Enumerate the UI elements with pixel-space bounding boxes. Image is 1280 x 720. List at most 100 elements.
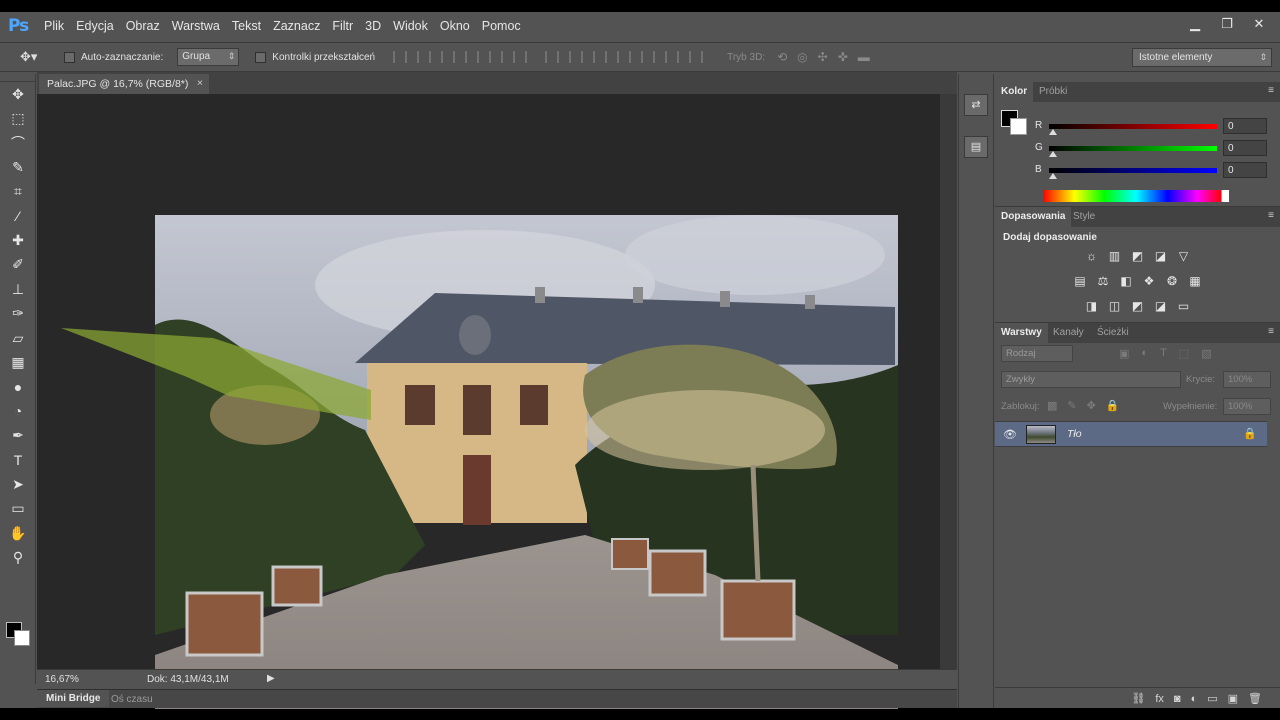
slider-track[interactable] bbox=[1049, 146, 1217, 151]
status-menu-arrow-icon[interactable]: ▶ bbox=[267, 673, 275, 684]
align-right-icon[interactable] bbox=[513, 51, 528, 63]
vibrance-icon[interactable]: ▽ bbox=[1176, 249, 1191, 264]
tab-probki[interactable]: Próbki bbox=[1033, 82, 1073, 102]
link-layers-icon[interactable]: ⛓ bbox=[1131, 692, 1145, 705]
distribute-top-icon[interactable] bbox=[545, 51, 560, 63]
new-group-icon[interactable]: ▭ bbox=[1207, 692, 1217, 705]
menu-filtr[interactable]: Filtr bbox=[332, 19, 364, 33]
brightness-contrast-icon[interactable]: ☼ bbox=[1084, 249, 1099, 264]
orbit-3d-icon[interactable]: ⟲ bbox=[777, 50, 787, 64]
menu-obraz[interactable]: Obraz bbox=[126, 19, 171, 33]
distribute-left-icon[interactable] bbox=[617, 51, 632, 63]
close-document-icon[interactable]: × bbox=[197, 77, 203, 89]
blur-tool-icon[interactable]: ● bbox=[0, 375, 36, 399]
filter-pixel-icon[interactable]: ▣ bbox=[1119, 347, 1129, 360]
menu-plik[interactable]: Plik bbox=[44, 19, 75, 33]
color-spectrum-ramp[interactable] bbox=[1043, 190, 1229, 202]
color-balance-icon[interactable]: ⚖ bbox=[1096, 274, 1111, 289]
visibility-eye-icon[interactable]: 👁 bbox=[1003, 428, 1017, 441]
canvas-vertical-scrollbar[interactable] bbox=[940, 94, 957, 669]
distribute-bottom-icon[interactable] bbox=[593, 51, 608, 63]
panel-menu-icon[interactable]: ≡ bbox=[1268, 326, 1274, 337]
add-mask-icon[interactable]: ◙ bbox=[1174, 693, 1181, 705]
close-icon[interactable]: ✕ bbox=[1252, 16, 1266, 32]
align-bottom-icon[interactable] bbox=[441, 51, 456, 63]
tab-warstwy[interactable]: Warstwy bbox=[995, 323, 1048, 343]
slider-handle-icon[interactable] bbox=[1049, 151, 1057, 157]
lock-transparent-icon[interactable]: ▩ bbox=[1047, 399, 1057, 412]
minimize-icon[interactable]: ▁ bbox=[1188, 16, 1202, 32]
restore-icon[interactable]: ❐ bbox=[1220, 16, 1234, 32]
zoom-tool-icon[interactable]: ⚲ bbox=[0, 545, 36, 569]
distribute-vcenter-icon[interactable] bbox=[569, 51, 584, 63]
auto-select-checkbox[interactable] bbox=[64, 51, 75, 63]
levels-icon[interactable]: ▥ bbox=[1107, 249, 1122, 264]
pan-3d-icon[interactable]: ✣ bbox=[818, 50, 828, 64]
photo-filter-icon[interactable]: ❖ bbox=[1142, 274, 1157, 289]
auto-select-dropdown[interactable]: Grupa bbox=[177, 48, 240, 66]
history-brush-tool-icon[interactable]: ✑ bbox=[0, 302, 36, 326]
menu-tekst[interactable]: Tekst bbox=[232, 19, 272, 33]
threshold-icon[interactable]: ◩ bbox=[1130, 299, 1145, 314]
workspace-dropdown[interactable]: Istotne elementy bbox=[1132, 48, 1272, 67]
opacity-input[interactable]: 100% bbox=[1223, 371, 1271, 388]
document-tab[interactable]: Palac.JPG @ 16,7% (RGB/8*) × bbox=[39, 74, 209, 94]
filter-shape-icon[interactable]: ⬚ bbox=[1179, 347, 1189, 360]
layer-filter-dropdown[interactable]: Rodzaj bbox=[1001, 345, 1073, 362]
tab-dopasowania[interactable]: Dopasowania bbox=[995, 207, 1072, 227]
exposure-icon[interactable]: ◪ bbox=[1153, 249, 1168, 264]
roll-3d-icon[interactable]: ◎ bbox=[797, 50, 807, 64]
panel-menu-icon[interactable]: ≡ bbox=[1268, 85, 1274, 96]
gradient-map-icon[interactable]: ▭ bbox=[1176, 299, 1191, 314]
transform-controls-checkbox[interactable] bbox=[255, 51, 267, 63]
align-left-icon[interactable] bbox=[465, 51, 480, 63]
delete-layer-icon[interactable]: 🗑 bbox=[1248, 692, 1262, 705]
slider-value-input[interactable]: 0 bbox=[1223, 162, 1267, 178]
tab-kanaly[interactable]: Kanały bbox=[1047, 323, 1090, 343]
properties-panel-icon[interactable]: ▤ bbox=[964, 136, 988, 158]
filter-type-icon[interactable]: T bbox=[1160, 347, 1167, 360]
eyedropper-tool-icon[interactable]: ⁄ bbox=[0, 204, 36, 228]
zoom-level[interactable]: 16,67% bbox=[45, 674, 79, 685]
lock-all-icon[interactable]: 🔒 bbox=[1106, 399, 1120, 412]
channel-mixer-icon[interactable]: ❂ bbox=[1165, 274, 1180, 289]
invert-icon[interactable]: ◨ bbox=[1084, 299, 1099, 314]
move-tool-icon[interactable]: ✥ bbox=[0, 82, 36, 106]
crop-tool-icon[interactable]: ⌗ bbox=[0, 180, 36, 204]
slider-value-input[interactable]: 0 bbox=[1223, 118, 1267, 134]
panel-menu-icon[interactable]: ≡ bbox=[1268, 210, 1274, 221]
stamp-tool-icon[interactable]: ⊥ bbox=[0, 277, 36, 301]
menu-pomoc[interactable]: Pomoc bbox=[482, 19, 532, 33]
healing-tool-icon[interactable]: ✚ bbox=[0, 228, 36, 252]
distribute-hcenter-icon[interactable] bbox=[641, 51, 656, 63]
tools-panel-grip[interactable] bbox=[0, 74, 35, 82]
align-vcenter-icon[interactable] bbox=[417, 51, 432, 63]
curves-icon[interactable]: ◩ bbox=[1130, 249, 1145, 264]
hue-saturation-icon[interactable]: ▤ bbox=[1073, 274, 1088, 289]
history-panel-icon[interactable]: ⇄ bbox=[964, 94, 988, 116]
type-tool-icon[interactable]: T bbox=[0, 448, 36, 472]
background-color-swatch[interactable] bbox=[1010, 118, 1027, 135]
tab-style[interactable]: Style bbox=[1067, 207, 1101, 227]
lasso-tool-icon[interactable]: ⌒ bbox=[0, 131, 36, 155]
tab-timeline[interactable]: Oś czasu bbox=[111, 694, 153, 705]
slide-3d-icon[interactable]: ✜ bbox=[838, 50, 848, 64]
slider-handle-icon[interactable] bbox=[1049, 173, 1057, 179]
shape-tool-icon[interactable]: ▭ bbox=[0, 497, 36, 521]
new-layer-icon[interactable]: ▣ bbox=[1228, 692, 1238, 705]
align-hcenter-icon[interactable] bbox=[489, 51, 504, 63]
auto-align-icon[interactable] bbox=[689, 51, 704, 63]
quick-select-tool-icon[interactable]: ✎ bbox=[0, 155, 36, 179]
menu-warstwa[interactable]: Warstwa bbox=[172, 19, 231, 33]
layer-style-icon[interactable]: fx bbox=[1155, 693, 1164, 705]
selection-overlay[interactable] bbox=[37, 94, 940, 669]
background-color-swatch[interactable] bbox=[14, 630, 30, 646]
tab-sciezki[interactable]: Ścieżki bbox=[1091, 323, 1135, 343]
slider-handle-icon[interactable] bbox=[1049, 129, 1057, 135]
align-top-icon[interactable] bbox=[393, 51, 408, 63]
new-adjustment-layer-icon[interactable]: ◐ bbox=[1191, 693, 1198, 705]
color-lookup-icon[interactable]: ▦ bbox=[1188, 274, 1203, 289]
hand-tool-icon[interactable]: ✋ bbox=[0, 521, 36, 545]
gradient-tool-icon[interactable]: ▦ bbox=[0, 350, 36, 374]
marquee-tool-icon[interactable]: ⬚ bbox=[0, 106, 36, 130]
